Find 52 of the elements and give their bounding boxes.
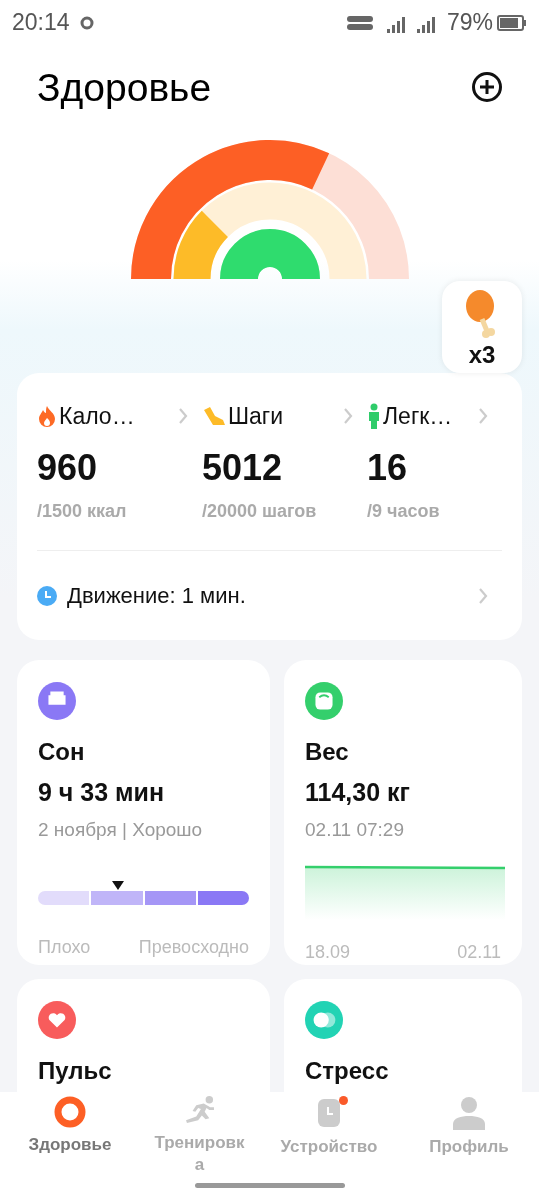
movement-text[interactable]: Движение: 1 мин. [67,583,246,609]
person-icon [451,1096,487,1130]
page-title: Здоровье [37,66,212,110]
weight-card[interactable]: Вес 114,30 кг 02.11 07:29 18.09 02.11 [284,660,522,965]
start-date: 18.09 [305,942,351,963]
clock: 20:14 [12,9,70,36]
chevron-icon [343,407,353,425]
low-label: Плохо [38,937,91,958]
battery-icon [497,14,527,31]
stat-label[interactable]: Шаги [228,402,284,430]
flame-icon [37,405,57,427]
add-button[interactable] [471,71,505,105]
chevron-icon [478,587,488,605]
watch-icon [315,1096,343,1130]
chevron-icon [478,407,488,425]
stat-label[interactable]: Кало… [59,402,135,430]
nav-tab[interactable]: Здоровье [0,1096,140,1176]
shoe-icon [202,405,226,427]
person-icon [367,403,381,429]
plus-icon [471,71,503,103]
card-title: Стресс [305,1057,390,1085]
notification-dot [339,1096,348,1105]
stat-value: 960 [37,447,99,489]
circle-icon [79,15,94,30]
card-title: Вес [305,738,350,766]
card-subtitle: 02.11 07:29 [305,819,405,841]
pulse-card[interactable]: Пульс [17,979,270,1092]
ring-icon [54,1096,86,1128]
scale-segment [144,891,196,905]
stat-value: 5012 [202,447,284,489]
end-date: 02.11 [457,942,501,963]
stat-goal: /1500 ккал [37,501,128,522]
stress-card[interactable]: Стресс [284,979,522,1092]
clock-icon [37,586,57,606]
chevron-icon [178,407,188,425]
stat-goal: /20000 шагов [202,501,318,522]
high-label: Превосходно [138,937,249,958]
card-value: 114,30 кг [305,778,411,807]
stat-label[interactable]: Легк… [383,402,453,430]
card-value: 9 ч 33 мин [38,778,166,807]
card-subtitle: 2 ноября | Хорошо [38,819,204,841]
battery-percent: 79% [446,9,493,36]
sleep-card[interactable]: Сон 9 ч 33 мин 2 ноября | Хорошо Плохо Превосходно [17,660,270,965]
scale-segment [197,891,249,905]
card-title: Пульс [38,1057,113,1085]
card-title: Сон [38,738,86,766]
reward-count: x3 [468,341,496,369]
stat-value: 16 [367,447,409,489]
reward-badge[interactable]: x3 [442,281,522,373]
scale-segment [38,891,90,905]
scale-segment [91,891,143,905]
stat-goal: /9 часов [367,501,441,522]
